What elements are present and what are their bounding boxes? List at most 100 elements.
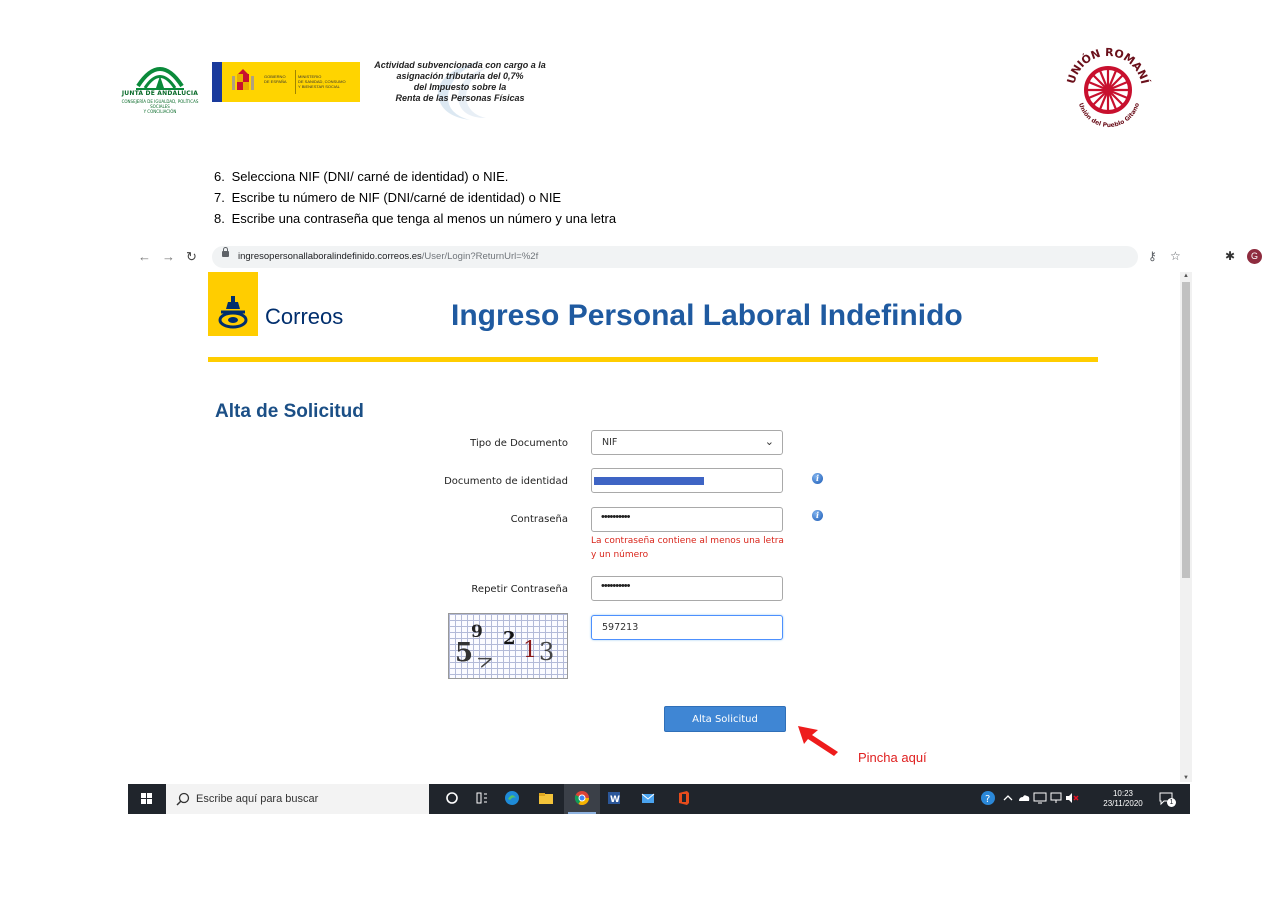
gobierno-espana-logo: GOBIERNO DE ESPAÑA MINISTERIO DE SANIDAD…: [212, 62, 360, 102]
correos-logo[interactable]: [208, 272, 258, 336]
bookmark-star-icon[interactable]: ☆: [1170, 249, 1181, 263]
instruction-item: 7. Escribe tu número de NIF (DNI/carné d…: [214, 187, 1114, 208]
windows-start-button[interactable]: [128, 784, 166, 814]
onedrive-icon[interactable]: [1016, 790, 1032, 806]
search-icon: [176, 792, 190, 806]
windows-taskbar: Escribe aquí para buscar W ? 10:23 23/11…: [128, 784, 1190, 814]
task-view-icon[interactable]: [474, 790, 490, 806]
office-icon[interactable]: [676, 790, 692, 806]
tipo-documento-select[interactable]: NIF ⌄: [591, 430, 783, 455]
password-mask: ••••••••••: [601, 511, 630, 523]
header-divider: [208, 357, 1098, 362]
union-romani-logo: UNIÓN ROMANÍ Unión del Pueblo Gitano: [1060, 40, 1156, 136]
captcha-glyph: 5: [455, 638, 474, 668]
reload-icon[interactable]: ↻: [186, 249, 197, 265]
instruction-text: Escribe una contraseña que tenga al meno…: [231, 211, 617, 226]
captcha-glyph: 2: [503, 628, 516, 649]
taskbar-search-placeholder: Escribe aquí para buscar: [196, 793, 319, 805]
irpf-text: Actividad subvencionada con cargo a la a…: [360, 60, 560, 104]
scroll-down-icon[interactable]: ▼: [1183, 775, 1189, 781]
instruction-item: 6. Selecciona NIF (DNI/ carné de identid…: [214, 166, 1114, 187]
extensions-icon[interactable]: ✱: [1225, 249, 1235, 263]
chevron-down-icon: ⌄: [764, 436, 774, 448]
tray-clock[interactable]: 10:23 23/11/2020: [1100, 789, 1146, 809]
browser-toolbar: ← → ↻ ingresopersonallaboralindefinido.c…: [128, 244, 1262, 270]
gobierno-line-2: DE ESPAÑA: [264, 79, 287, 84]
profile-avatar[interactable]: G: [1247, 249, 1262, 264]
password-key-icon[interactable]: ⚷: [1148, 249, 1157, 263]
click-here-annotation: Pincha aquí: [858, 750, 927, 765]
irpf-line-1: Actividad subvencionada con cargo a la: [374, 60, 546, 70]
scrollbar-thumb[interactable]: [1182, 282, 1190, 578]
url-path: /User/Login?ReturnUrl=%2f: [421, 251, 539, 262]
ministerio-line-3: Y BIENESTAR SOCIAL: [298, 84, 340, 89]
svg-text:W: W: [610, 795, 620, 805]
tipo-documento-label: Tipo de Documento: [470, 438, 568, 449]
network-icon[interactable]: [1048, 790, 1064, 806]
alta-solicitud-button[interactable]: Alta Solicitud: [664, 706, 786, 732]
address-bar[interactable]: ingresopersonallaboralindefinido.correos…: [212, 246, 1138, 268]
gobierno-text: GOBIERNO DE ESPAÑA: [264, 74, 287, 84]
irpf-line-2: asignación tributaria del 0,7%: [396, 71, 524, 81]
back-icon[interactable]: ←: [138, 249, 151, 264]
junta-sublabel: CONSEJERÍA DE IGUALDAD, POLÍTICAS SOCIAL…: [112, 99, 208, 114]
instruction-text: Escribe tu número de NIF (DNI/carné de i…: [231, 190, 562, 205]
lock-icon[interactable]: [222, 247, 229, 257]
captcha-input[interactable]: 597213: [591, 615, 783, 640]
url-text[interactable]: ingresopersonallaboralindefinido.correos…: [238, 251, 538, 262]
irpf-line-4: Renta de las Personas Físicas: [395, 93, 525, 103]
captcha-value: 597213: [602, 622, 639, 633]
edge-icon[interactable]: [504, 790, 520, 806]
documento-input[interactable]: [591, 468, 783, 493]
red-arrow-icon: [798, 726, 838, 756]
gobierno-divider: [295, 70, 296, 94]
svg-text:?: ?: [985, 794, 990, 805]
irpf-line-3: del Impuesto sobre la: [413, 82, 507, 92]
irpf-notice: Actividad subvencionada con cargo a la a…: [360, 58, 560, 120]
coat-of-arms-icon: [232, 69, 254, 90]
chrome-icon[interactable]: [574, 790, 590, 806]
forward-icon[interactable]: →: [162, 249, 175, 264]
junta-arch-icon: [136, 67, 184, 90]
repeat-password-label: Repetir Contraseña: [471, 584, 568, 595]
instruction-number: 7.: [214, 190, 225, 205]
display-icon[interactable]: [1032, 790, 1048, 806]
instruction-item: 8. Escribe una contraseña que tenga al m…: [214, 208, 1114, 229]
ministerio-text: MINISTERIO DE SANIDAD, CONSUMO Y BIENEST…: [298, 74, 346, 89]
info-icon[interactable]: i: [812, 473, 823, 484]
instruction-text: Selecciona NIF (DNI/ carné de identidad)…: [231, 169, 509, 184]
tray-chevron-up-icon[interactable]: [1000, 790, 1016, 806]
info-icon[interactable]: i: [812, 510, 823, 521]
taskbar-search-box[interactable]: Escribe aquí para buscar: [166, 784, 429, 814]
page-viewport: Correos Ingreso Personal Laboral Indefin…: [128, 272, 1192, 782]
tray-time: 10:23: [1112, 789, 1134, 798]
correos-brand-name[interactable]: Correos: [265, 304, 343, 330]
junta-label: JUNTA DE ANDALUCIA: [121, 90, 199, 97]
instruction-number: 6.: [214, 169, 225, 184]
eu-flag-icon: [212, 62, 222, 102]
password-label: Contraseña: [510, 514, 568, 525]
documento-label: Documento de identidad: [444, 476, 568, 487]
password-input[interactable]: ••••••••••: [591, 507, 783, 532]
notification-count-badge: 1: [1167, 798, 1176, 807]
file-explorer-icon[interactable]: [538, 790, 554, 806]
word-icon[interactable]: W: [606, 790, 622, 806]
repeat-password-mask: ••••••••••: [601, 580, 630, 592]
scroll-up-icon[interactable]: ▲: [1183, 273, 1189, 279]
page-scrollbar[interactable]: ▲ ▼: [1180, 272, 1192, 782]
captcha-glyph: 9: [471, 622, 483, 642]
form-title: Alta de Solicitud: [215, 401, 364, 422]
repeat-password-input[interactable]: ••••••••••: [591, 576, 783, 601]
captcha-glyph: >: [473, 645, 498, 675]
site-title: Ingreso Personal Laboral Indefinido: [451, 299, 963, 332]
junta-andalucia-logo: JUNTA DE ANDALUCIA CONSEJERÍA DE IGUALDA…: [112, 52, 208, 114]
help-icon[interactable]: ?: [980, 790, 996, 806]
mail-icon[interactable]: [640, 790, 656, 806]
post-horn-icon: [218, 296, 248, 329]
junta-sub-2: Y CONCILIACIÓN: [143, 109, 177, 114]
captcha-glyph: 3: [539, 638, 555, 666]
instruction-number: 8.: [214, 211, 225, 226]
volume-muted-icon[interactable]: [1064, 790, 1080, 806]
cortana-icon[interactable]: [444, 790, 460, 806]
password-hint: La contraseña contiene al menos una letr…: [591, 536, 784, 560]
